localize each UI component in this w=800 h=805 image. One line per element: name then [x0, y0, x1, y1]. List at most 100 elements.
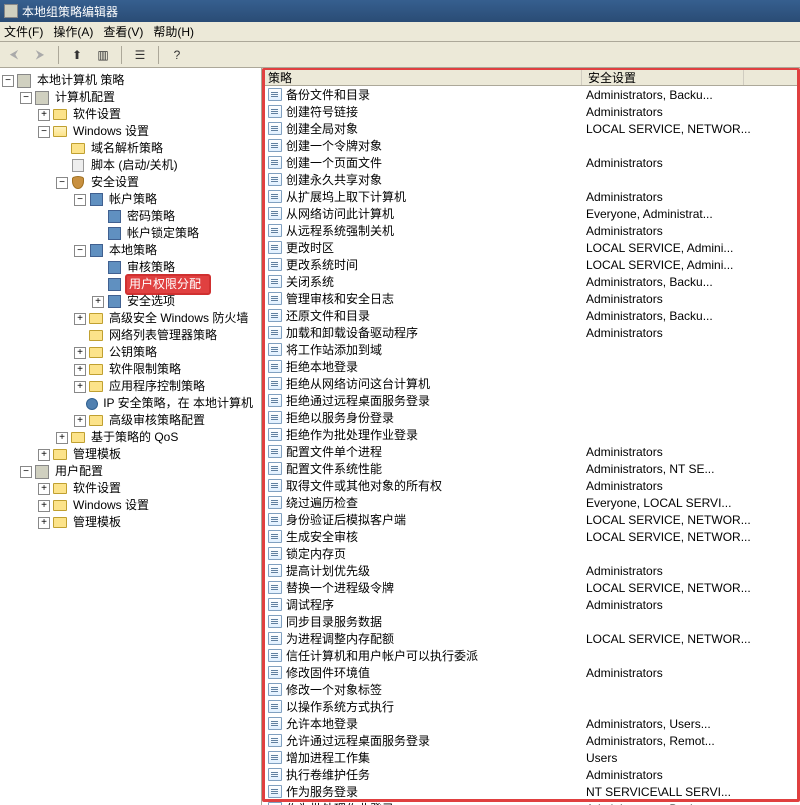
list-row[interactable]: 允许本地登录Administrators, Users... — [262, 715, 800, 732]
node-qos[interactable]: + 基于策略的 QoS — [56, 429, 259, 446]
list-row[interactable]: 拒绝本地登录 — [262, 358, 800, 375]
toggle-icon[interactable]: − — [74, 245, 86, 257]
list-row[interactable]: 还原文件和目录Administrators, Backu... — [262, 307, 800, 324]
node-security[interactable]: − 安全设置 — [56, 174, 259, 191]
menu-view[interactable]: 查看(V) — [103, 23, 143, 40]
toggle-icon[interactable]: − — [74, 194, 86, 206]
list-row[interactable]: 配置文件单个进程Administrators — [262, 443, 800, 460]
node-account[interactable]: − 帐户策略 — [74, 191, 259, 208]
list-row[interactable]: 配置文件系统性能Administrators, NT SE... — [262, 460, 800, 477]
node-lockout[interactable]: 帐户锁定策略 — [92, 225, 259, 242]
node-srp[interactable]: + 软件限制策略 — [74, 361, 259, 378]
list-row[interactable]: 加载和卸载设备驱动程序Administrators — [262, 324, 800, 341]
list-row[interactable]: 调试程序Administrators — [262, 596, 800, 613]
toggle-icon[interactable]: + — [74, 381, 86, 393]
node-software[interactable]: + 软件设置 — [38, 106, 259, 123]
list-row[interactable]: 信任计算机和用户帐户可以执行委派 — [262, 647, 800, 664]
node-scripts[interactable]: 脚本 (启动/关机) — [56, 157, 259, 174]
node-password[interactable]: 密码策略 — [92, 208, 259, 225]
node-usoftware[interactable]: + 软件设置 — [38, 480, 259, 497]
col-policy[interactable]: 策略 — [262, 68, 582, 85]
list-row[interactable]: 创建永久共享对象 — [262, 171, 800, 188]
col-setting[interactable]: 安全设置 — [582, 68, 744, 85]
node-user[interactable]: − 用户配置 — [20, 463, 259, 480]
list-row[interactable]: 创建一个令牌对象 — [262, 137, 800, 154]
list-row[interactable]: 为进程调整内存配额LOCAL SERVICE, NETWOR... — [262, 630, 800, 647]
list-row[interactable]: 允许通过远程桌面服务登录Administrators, Remot... — [262, 732, 800, 749]
tree-pane[interactable]: − 本地计算机 策略 − 计算机配置 + 软件设置 − — [0, 68, 262, 805]
list-row[interactable]: 作为批处理作业登录Administrators, Backu... — [262, 800, 800, 805]
node-uadmintpl[interactable]: + 管理模板 — [38, 514, 259, 531]
list-row[interactable]: 拒绝以服务身份登录 — [262, 409, 800, 426]
list-row[interactable]: 锁定内存页 — [262, 545, 800, 562]
back-button[interactable]: ⮜ — [4, 45, 24, 65]
node-pubkey[interactable]: + 公钥策略 — [74, 344, 259, 361]
list-row[interactable]: 取得文件或其他对象的所有权Administrators — [262, 477, 800, 494]
list-row[interactable]: 关闭系统Administrators, Backu... — [262, 273, 800, 290]
list-row[interactable]: 创建全局对象LOCAL SERVICE, NETWOR... — [262, 120, 800, 137]
list-row[interactable]: 从远程系统强制关机Administrators — [262, 222, 800, 239]
node-ipsec[interactable]: IP 安全策略，在 本地计算机 — [74, 395, 259, 412]
list-row[interactable]: 修改一个对象标签 — [262, 681, 800, 698]
export-button[interactable]: ☰ — [130, 45, 150, 65]
col-extra[interactable] — [744, 68, 800, 85]
list-row[interactable]: 更改时区LOCAL SERVICE, Admini... — [262, 239, 800, 256]
node-secopts[interactable]: + 安全选项 — [92, 293, 259, 310]
toggle-icon[interactable]: + — [74, 313, 86, 325]
list-row[interactable]: 修改固件环境值Administrators — [262, 664, 800, 681]
list-row[interactable]: 创建一个页面文件Administrators — [262, 154, 800, 171]
node-admintpl[interactable]: + 管理模板 — [38, 446, 259, 463]
menu-file[interactable]: 文件(F) — [4, 23, 43, 40]
node-local[interactable]: − 本地策略 — [74, 242, 259, 259]
list-body[interactable]: 备份文件和目录Administrators, Backu...创建符号链接Adm… — [262, 86, 800, 805]
menu-help[interactable]: 帮助(H) — [153, 23, 194, 40]
toggle-icon[interactable]: + — [92, 296, 104, 308]
toggle-icon[interactable]: − — [38, 126, 50, 138]
node-windows[interactable]: − Windows 设置 — [38, 123, 259, 140]
list-row[interactable]: 管理审核和安全日志Administrators — [262, 290, 800, 307]
node-appctrl[interactable]: + 应用程序控制策略 — [74, 378, 259, 395]
list-row[interactable]: 更改系统时间LOCAL SERVICE, Admini... — [262, 256, 800, 273]
toggle-icon[interactable]: − — [20, 466, 32, 478]
toggle-icon[interactable]: + — [38, 500, 50, 512]
list-row[interactable]: 生成安全审核LOCAL SERVICE, NETWOR... — [262, 528, 800, 545]
list-row[interactable]: 创建符号链接Administrators — [262, 103, 800, 120]
list-row[interactable]: 从网络访问此计算机Everyone, Administrat... — [262, 205, 800, 222]
menu-action[interactable]: 操作(A) — [53, 23, 93, 40]
toggle-icon[interactable]: + — [38, 109, 50, 121]
up-button[interactable]: ⬆ — [67, 45, 87, 65]
toggle-icon[interactable]: + — [38, 449, 50, 461]
list-row[interactable]: 绕过遍历检查Everyone, LOCAL SERVI... — [262, 494, 800, 511]
forward-button[interactable]: ⮞ — [30, 45, 50, 65]
node-computer[interactable]: − 计算机配置 — [20, 89, 259, 106]
node-nlm[interactable]: 网络列表管理器策略 — [74, 327, 259, 344]
list-row[interactable]: 作为服务登录NT SERVICE\ALL SERVI... — [262, 783, 800, 800]
node-uwindows[interactable]: + Windows 设置 — [38, 497, 259, 514]
list-row[interactable]: 拒绝从网络访问这台计算机 — [262, 375, 800, 392]
toggle-icon[interactable]: − — [2, 75, 14, 87]
show-hide-tree-button[interactable]: ▥ — [93, 45, 113, 65]
list-row[interactable]: 以操作系统方式执行 — [262, 698, 800, 715]
list-row[interactable]: 提高计划优先级Administrators — [262, 562, 800, 579]
toggle-icon[interactable]: + — [74, 347, 86, 359]
list-row[interactable]: 将工作站添加到域 — [262, 341, 800, 358]
toggle-icon[interactable]: + — [74, 415, 86, 427]
toggle-icon[interactable]: − — [56, 177, 68, 189]
list-row[interactable]: 身份验证后模拟客户端LOCAL SERVICE, NETWOR... — [262, 511, 800, 528]
list-row[interactable]: 同步目录服务数据 — [262, 613, 800, 630]
list-row[interactable]: 替换一个进程级令牌LOCAL SERVICE, NETWOR... — [262, 579, 800, 596]
list-row[interactable]: 增加进程工作集Users — [262, 749, 800, 766]
list-row[interactable]: 执行卷维护任务Administrators — [262, 766, 800, 783]
list-row[interactable]: 拒绝通过远程桌面服务登录 — [262, 392, 800, 409]
node-dns[interactable]: 域名解析策略 — [56, 140, 259, 157]
list-row[interactable]: 备份文件和目录Administrators, Backu... — [262, 86, 800, 103]
toggle-icon[interactable]: + — [38, 483, 50, 495]
toggle-icon[interactable]: + — [56, 432, 68, 444]
toggle-icon[interactable]: + — [74, 364, 86, 376]
toggle-icon[interactable]: + — [38, 517, 50, 529]
toggle-icon[interactable]: − — [20, 92, 32, 104]
node-root[interactable]: − 本地计算机 策略 — [2, 72, 259, 89]
node-wfas[interactable]: + 高级安全 Windows 防火墙 — [74, 310, 259, 327]
list-row[interactable]: 从扩展坞上取下计算机Administrators — [262, 188, 800, 205]
node-aac[interactable]: + 高级审核策略配置 — [74, 412, 259, 429]
